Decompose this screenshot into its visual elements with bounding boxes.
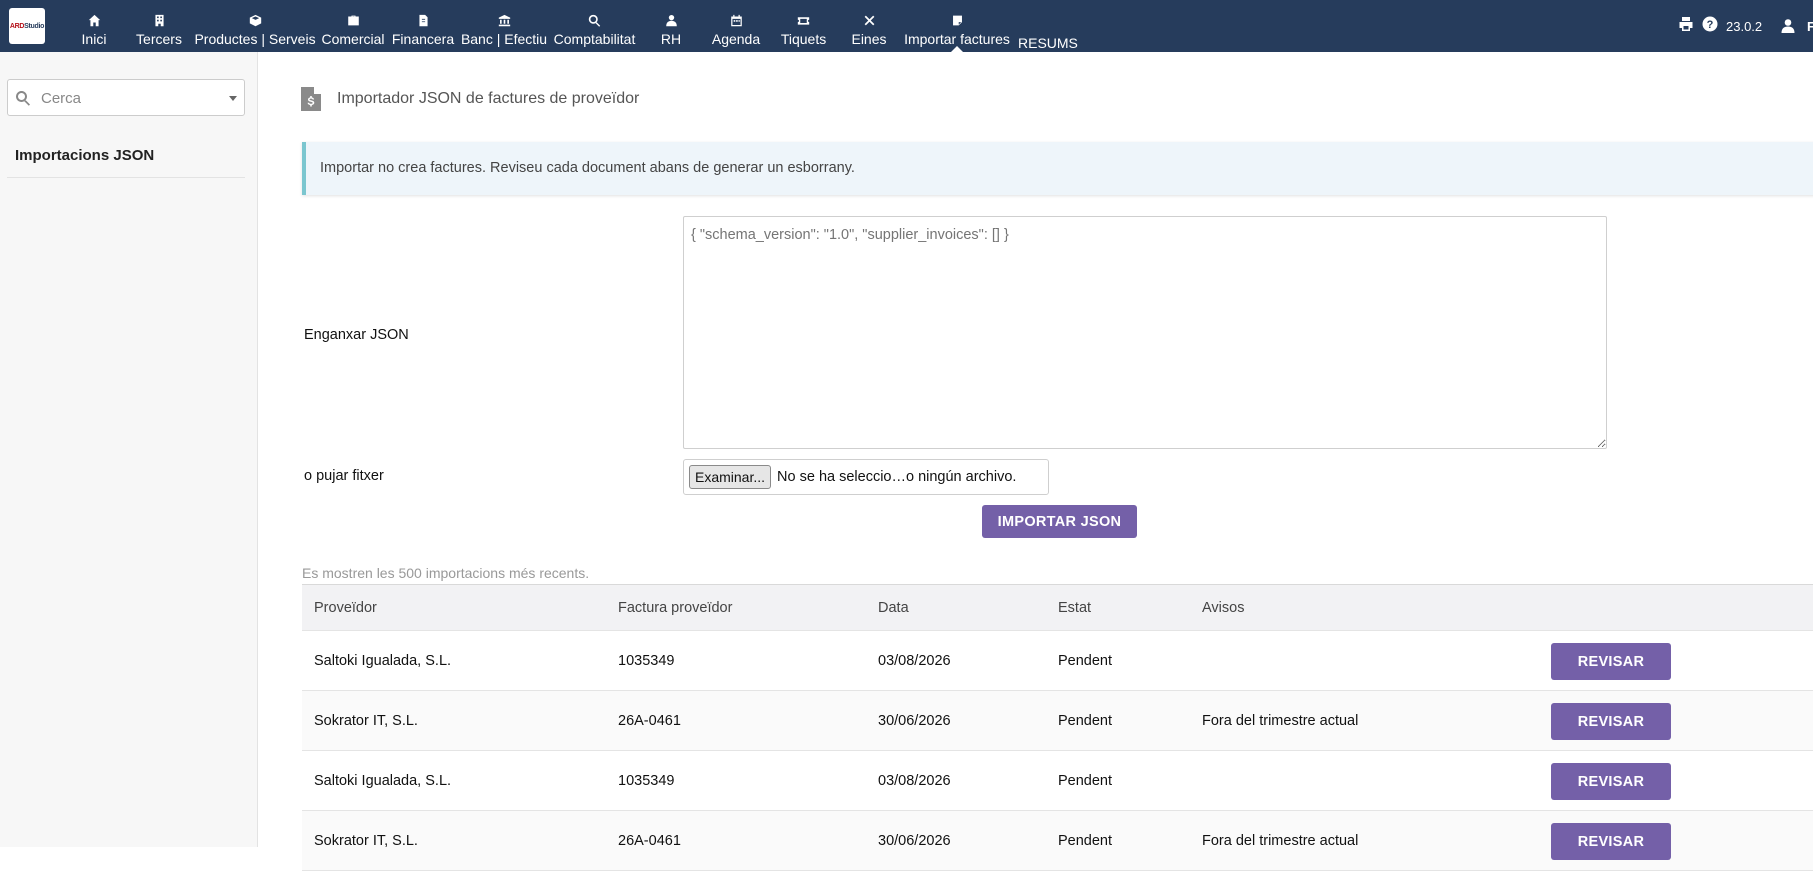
- file-input[interactable]: Examinar... No se ha seleccio…o ningún a…: [683, 459, 1049, 495]
- column-header-date[interactable]: Data: [878, 600, 909, 616]
- nav-tercers[interactable]: Tercers: [136, 0, 182, 52]
- table-row: Saltoki Igualada, S.L. 1035349 03/08/202…: [302, 631, 1813, 691]
- nav-eines[interactable]: Eines: [851, 0, 887, 52]
- nav-label: Tiquets: [780, 31, 827, 47]
- search-dollar-icon: [588, 9, 601, 31]
- file-status-text: No se ha seleccio…o ningún archivo.: [777, 469, 1017, 485]
- cell-supplier: Saltoki Igualada, S.L.: [314, 773, 452, 789]
- version-label: 23.0.2: [1726, 19, 1763, 34]
- top-navbar: ARD Studio Inici Tercers Productes | Serv…: [0, 0, 1813, 52]
- bank-icon: [498, 9, 511, 31]
- note-icon: [951, 9, 964, 31]
- nav-resums[interactable]: RESUMS: [1018, 35, 1078, 51]
- nav-inici[interactable]: Inici: [80, 0, 108, 52]
- imports-table: Proveïdor Factura proveïdor Data Estat A…: [302, 584, 1813, 871]
- nav-tiquets[interactable]: Tiquets: [781, 0, 826, 52]
- nav-label: Productes | Serveis: [194, 31, 316, 47]
- paste-json-label: Enganxar JSON: [304, 327, 409, 343]
- info-message: Importar no crea factures. Reviseu cada …: [320, 160, 855, 176]
- cell-invoice: 1035349: [618, 773, 675, 789]
- sidebar-search[interactable]: Cerca: [7, 79, 245, 116]
- cell-date: 03/08/2026: [878, 773, 951, 789]
- review-button[interactable]: REVISAR: [1551, 823, 1671, 860]
- cell-status: Pendent: [1058, 773, 1113, 789]
- tools-icon: [863, 9, 876, 31]
- cell-date: 30/06/2026: [878, 713, 951, 729]
- nav-label: RH: [660, 31, 682, 47]
- sidebar-item-importacions-json[interactable]: Importacions JSON: [7, 136, 245, 178]
- review-button[interactable]: REVISAR: [1551, 763, 1671, 800]
- nav-label: Financera: [391, 31, 455, 47]
- cell-invoice: 1035349: [618, 653, 675, 669]
- cell-invoice: 26A-0461: [618, 713, 681, 729]
- page-header: Importador JSON de factures de proveïdor: [300, 84, 639, 114]
- import-json-button[interactable]: IMPORTAR JSON: [982, 505, 1137, 538]
- review-button[interactable]: REVISAR: [1551, 703, 1671, 740]
- print-icon[interactable]: [1678, 16, 1694, 32]
- upload-file-label: o pujar fitxer: [304, 468, 384, 484]
- recent-imports-note: Es mostren les 500 importacions més rece…: [302, 565, 590, 581]
- cell-date: 03/08/2026: [878, 653, 951, 669]
- user-initial[interactable]: F: [1807, 19, 1813, 34]
- help-icon[interactable]: ?: [1702, 16, 1718, 32]
- nav-label: Inici: [81, 31, 107, 47]
- browse-file-button[interactable]: Examinar...: [689, 465, 772, 489]
- home-icon: [88, 9, 101, 31]
- table-header: Proveïdor Factura proveïdor Data Estat A…: [302, 585, 1813, 631]
- invoice-dollar-icon: [301, 87, 321, 111]
- cell-supplier: Saltoki Igualada, S.L.: [314, 653, 452, 669]
- review-button[interactable]: REVISAR: [1551, 643, 1671, 680]
- search-icon: [15, 91, 30, 106]
- search-placeholder: Cerca: [41, 90, 82, 107]
- nav-comercial[interactable]: Comercial: [321, 0, 385, 52]
- nav-label: Comercial: [321, 31, 385, 47]
- chevron-down-icon[interactable]: [229, 96, 237, 101]
- left-sidebar: Cerca Importacions JSON: [0, 52, 258, 847]
- nav-label: Agenda: [711, 31, 761, 47]
- nav-label: Comptabilitat: [553, 31, 636, 47]
- nav-banc-efectiu[interactable]: Banc | Efectiu: [460, 0, 548, 52]
- info-alert: Importar no crea factures. Reviseu cada …: [302, 142, 1813, 195]
- table-row: Sokrator IT, S.L. 26A-0461 30/06/2026 Pe…: [302, 811, 1813, 871]
- nav-productes-serveis[interactable]: Productes | Serveis: [194, 0, 316, 52]
- app-logo[interactable]: ARD Studio: [9, 8, 45, 44]
- ticket-icon: [797, 9, 810, 31]
- cell-supplier: Sokrator IT, S.L.: [314, 713, 418, 729]
- nav-agenda[interactable]: Agenda: [711, 0, 761, 52]
- table-row: Sokrator IT, S.L. 26A-0461 30/06/2026 Pe…: [302, 691, 1813, 751]
- invoice-icon: [417, 9, 430, 31]
- user-avatar-icon[interactable]: [1780, 18, 1796, 34]
- nav-label: Importar factures: [904, 31, 1010, 47]
- nav-financera[interactable]: Financera: [391, 0, 455, 52]
- briefcase-icon: [347, 9, 360, 31]
- user-icon: [665, 9, 678, 31]
- table-row: Saltoki Igualada, S.L. 1035349 03/08/202…: [302, 751, 1813, 811]
- column-header-warnings[interactable]: Avisos: [1202, 600, 1244, 616]
- nav-label: Banc | Efectiu: [460, 31, 548, 47]
- cell-status: Pendent: [1058, 653, 1113, 669]
- cell-status: Pendent: [1058, 713, 1113, 729]
- nav-label: Tercers: [136, 31, 182, 47]
- nav-comptabilitat[interactable]: Comptabilitat: [553, 0, 636, 52]
- cube-icon: [249, 9, 262, 31]
- building-icon: [153, 9, 166, 31]
- json-textarea[interactable]: [683, 216, 1607, 449]
- svg-text:?: ?: [1707, 19, 1714, 31]
- nav-label: Eines: [851, 31, 887, 47]
- nav-rh[interactable]: RH: [660, 0, 682, 52]
- column-header-status[interactable]: Estat: [1058, 600, 1091, 616]
- nav-importar-factures[interactable]: Importar factures: [904, 0, 1010, 52]
- calendar-icon: [730, 9, 743, 31]
- column-header-supplier[interactable]: Proveïdor: [314, 600, 377, 616]
- page-title: Importador JSON de factures de proveïdor: [337, 90, 640, 107]
- cell-warnings: Fora del trimestre actual: [1202, 713, 1359, 729]
- column-header-invoice[interactable]: Factura proveïdor: [618, 600, 732, 616]
